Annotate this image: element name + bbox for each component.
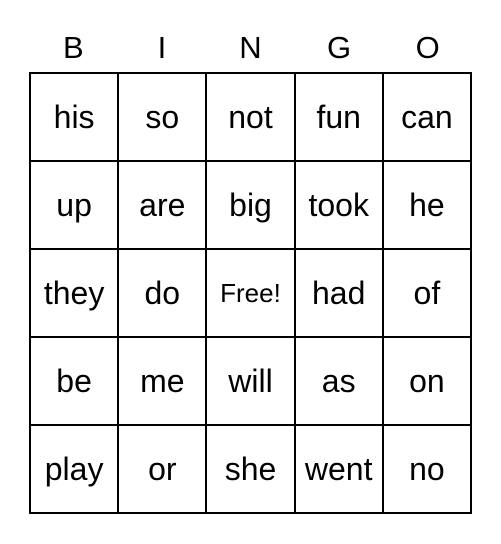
bingo-cell[interactable]: as (295, 338, 384, 426)
bingo-cell[interactable]: big (207, 162, 296, 250)
bingo-cell[interactable]: not (207, 74, 296, 162)
bingo-cell[interactable]: he (383, 162, 472, 250)
header-letter-n: N (239, 30, 262, 65)
bingo-cell[interactable]: play (31, 426, 120, 514)
bingo-cell[interactable]: can (383, 74, 472, 162)
bingo-cell[interactable]: are (119, 162, 208, 250)
bingo-cell[interactable]: so (119, 74, 208, 162)
bingo-cell[interactable]: do (119, 250, 208, 338)
bingo-cell[interactable]: his (31, 74, 120, 162)
bingo-cell[interactable]: will (207, 338, 296, 426)
bingo-cell[interactable]: or (119, 426, 208, 514)
bingo-cell[interactable]: had (295, 250, 384, 338)
bingo-cell[interactable]: went (295, 426, 384, 514)
header-letter-o: O (415, 30, 440, 65)
bingo-header: B I N G O (29, 26, 472, 70)
bingo-cell[interactable]: me (119, 338, 208, 426)
header-letter-b: B (62, 30, 84, 65)
free-space-cell[interactable]: Free! (207, 250, 296, 338)
bingo-cell[interactable]: of (383, 250, 472, 338)
bingo-cell[interactable]: fun (295, 74, 384, 162)
bingo-cell[interactable]: no (383, 426, 472, 514)
bingo-cell[interactable]: up (31, 162, 120, 250)
bingo-cell[interactable]: on (383, 338, 472, 426)
bingo-cell[interactable]: took (295, 162, 384, 250)
bingo-cell[interactable]: be (31, 338, 120, 426)
bingo-cell[interactable]: she (207, 426, 296, 514)
bingo-cell[interactable]: they (31, 250, 120, 338)
header-letter-i: I (157, 30, 167, 65)
header-letter-g: G (327, 30, 352, 65)
bingo-grid: his so not fun can up are big took he th… (29, 72, 472, 514)
